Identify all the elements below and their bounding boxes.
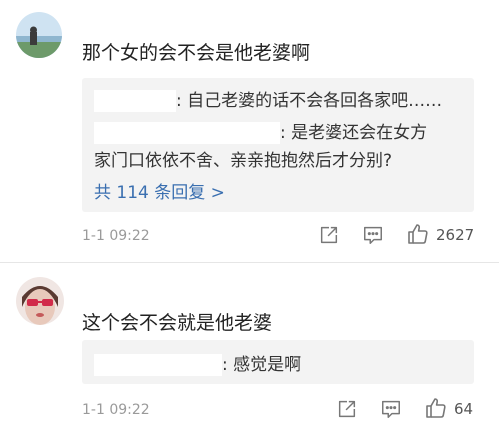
reply-text: : 是老婆还会在女方 — [280, 123, 428, 143]
reply-text: : 自己老婆的话不会各回各家吧…… — [176, 91, 443, 111]
reply-text: : 感觉是啊 — [222, 355, 302, 375]
comment-icon[interactable] — [380, 398, 402, 420]
redacted-username — [94, 354, 222, 376]
reply-preview-box[interactable]: : 自己老婆的话不会各回各家吧…… : 是老婆还会在女方 家门口依依不舍、亲亲抱… — [82, 78, 474, 212]
reply-preview-box[interactable]: : 感觉是啊 — [82, 340, 474, 384]
redacted-username — [94, 122, 280, 144]
reply-line-continued: 家门口依依不舍、亲亲抱抱然后才分别? — [94, 151, 393, 171]
comment-timestamp: 1-1 09:22 — [82, 228, 150, 244]
user-avatar[interactable] — [16, 12, 62, 58]
user-avatar[interactable] — [16, 277, 64, 325]
comment-timestamp: 1-1 09:22 — [82, 402, 150, 418]
like-count: 64 — [454, 400, 474, 418]
comment-divider — [0, 262, 499, 263]
reply-line: : 自己老婆的话不会各回各家吧…… — [94, 86, 442, 112]
reply-line: : 感觉是啊 — [94, 350, 301, 376]
comment-text: 那个女的会不会是他老婆啊 — [82, 42, 311, 64]
like-count: 2627 — [436, 226, 475, 244]
comment-text: 这个会不会就是他老婆 — [82, 312, 273, 334]
thumbs-up-icon[interactable] — [424, 396, 448, 420]
view-more-replies-link[interactable]: 共 114 条回复 > — [94, 178, 225, 203]
reply-line: : 是老婆还会在女方 — [94, 118, 427, 144]
redacted-username — [94, 90, 176, 112]
comment-icon[interactable] — [362, 224, 384, 246]
share-icon[interactable] — [318, 224, 340, 246]
thumbs-up-icon[interactable] — [406, 222, 430, 246]
share-icon[interactable] — [336, 398, 358, 420]
landscape-avatar-image — [16, 12, 62, 58]
portrait-avatar-image — [16, 277, 64, 325]
